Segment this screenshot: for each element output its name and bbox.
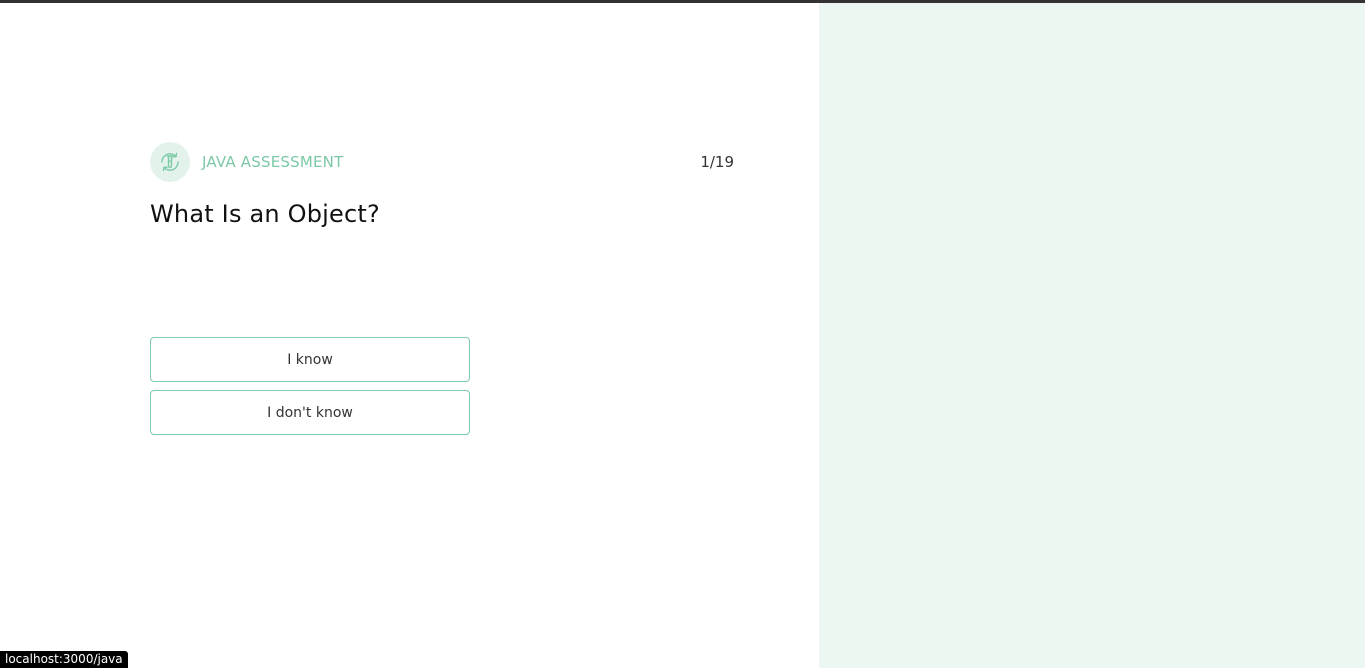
question-progress: 1/19 [700, 153, 734, 171]
assessment-title: JAVA ASSESSMENT [202, 153, 344, 171]
assessment-badge [150, 142, 190, 182]
test-tube-refresh-icon [161, 152, 179, 172]
i-know-button[interactable]: I know [150, 337, 470, 382]
side-panel [819, 3, 1365, 668]
assessment-header: JAVA ASSESSMENT 1/19 [150, 142, 734, 182]
status-bar-url: localhost:3000/java [0, 651, 128, 668]
question-panel [0, 3, 819, 668]
i-dont-know-button[interactable]: I don't know [150, 390, 470, 435]
question-title: What Is an Object? [150, 200, 380, 228]
